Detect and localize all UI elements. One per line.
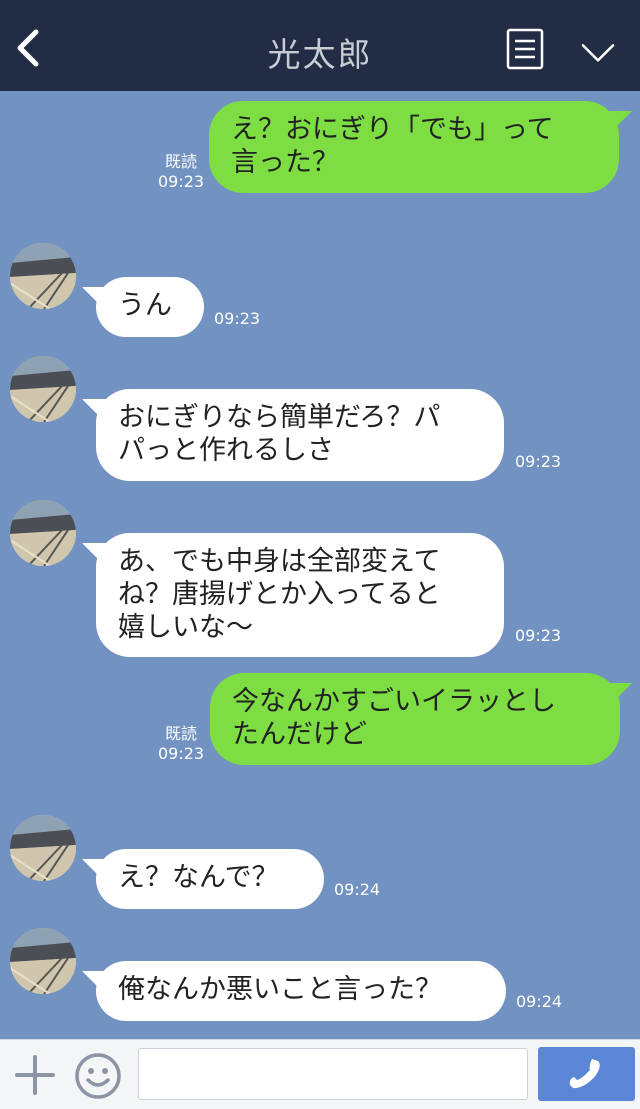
expand-button[interactable] [578, 30, 626, 70]
read-receipt: 既読 09:23 [158, 152, 205, 191]
message-bubble-received[interactable]: 俺なんか悪いこと言った？ [96, 961, 506, 1021]
message-bubble-received[interactable]: あ、でも中身は全部変えて ね？唐揚げとか入ってると 嬉しいな〜 [96, 533, 504, 657]
train-platform-photo [10, 928, 76, 994]
chat-area[interactable]: 既読 09:23 え？おにぎり「でも」って 言った？ うん 09:23 おにぎり… [0, 91, 640, 1039]
add-attachment-button[interactable] [14, 1054, 56, 1096]
message-input[interactable] [138, 1048, 528, 1100]
chevron-down-icon [581, 44, 615, 62]
avatar[interactable] [10, 356, 76, 422]
timestamp: 09:24 [516, 992, 563, 1011]
message-text: 嬉しいな〜 [118, 612, 253, 643]
train-platform-photo [10, 815, 76, 881]
input-bar [0, 1039, 640, 1109]
message-text: 今なんかすごいイラッとし [232, 686, 556, 717]
timestamp: 09:24 [334, 880, 381, 899]
message-text: あ、でも中身は全部変えて [118, 546, 441, 577]
smiley-icon [75, 1053, 121, 1099]
message-bubble-sent[interactable]: 今なんかすごいイラッとし たんだけど [210, 673, 620, 765]
message-text: 俺なんか悪いこと言った？ [118, 974, 442, 1005]
call-button[interactable] [538, 1047, 635, 1101]
timestamp: 09:23 [515, 626, 562, 645]
message-text: うん [118, 290, 172, 321]
message-text: 言った？ [231, 147, 339, 178]
message-bubble-received[interactable]: うん [96, 277, 204, 337]
message-text: おにぎりなら簡単だろ？パ [118, 402, 441, 433]
avatar[interactable] [10, 243, 76, 309]
menu-button[interactable] [505, 27, 545, 71]
avatar[interactable] [10, 928, 76, 994]
chat-header: 光太郎 [0, 0, 640, 91]
list-icon [506, 28, 544, 70]
timestamp: 09:23 [214, 309, 261, 328]
message-text: え？おにぎり「でも」って [231, 114, 554, 145]
message-text: え？なんで？ [118, 862, 279, 893]
bubble-tail [604, 111, 632, 133]
train-platform-photo [10, 500, 76, 566]
phone-icon [569, 1059, 600, 1089]
train-platform-photo [10, 243, 76, 309]
avatar[interactable] [10, 815, 76, 881]
read-receipt: 既読 09:23 [158, 724, 205, 763]
message-text: ね？唐揚げとか入ってると [118, 579, 441, 610]
train-platform-photo [10, 356, 76, 422]
avatar[interactable] [10, 500, 76, 566]
message-bubble-sent[interactable]: え？おにぎり「でも」って 言った？ [209, 101, 619, 193]
timestamp: 09:23 [515, 452, 562, 471]
emoji-button[interactable] [74, 1052, 122, 1100]
message-bubble-received[interactable]: え？なんで？ [96, 849, 324, 909]
message-text: パっと作れるしさ [118, 435, 334, 466]
plus-icon [15, 1055, 55, 1095]
message-text: たんだけど [232, 719, 367, 750]
bubble-tail [604, 683, 632, 705]
message-bubble-received[interactable]: おにぎりなら簡単だろ？パ パっと作れるしさ [96, 389, 504, 481]
